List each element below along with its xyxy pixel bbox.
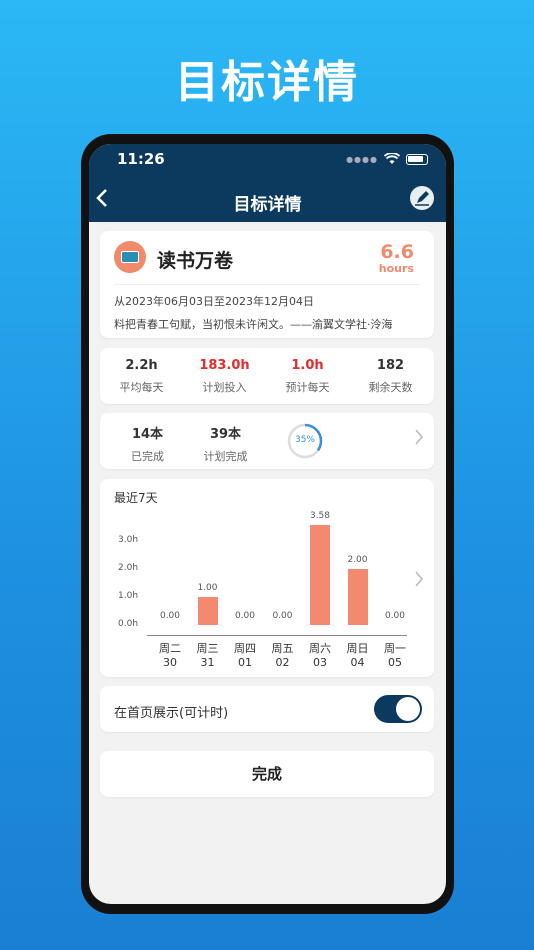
status-time: 11:26 <box>117 150 165 168</box>
edit-icon <box>415 191 429 206</box>
stat-label: 平均每天 <box>119 381 164 394</box>
x-tick-label: 周日 04 <box>346 642 369 669</box>
bar-value-label: 0.00 <box>234 611 256 621</box>
chart-card[interactable]: 最近7天 3.0h 2.0h 1.0h 0.0h 0.00 周二 30 1.00 周三 31 0.0… <box>100 479 434 677</box>
stat-label: 计划投入 <box>202 381 247 394</box>
chart-title: 最近7天 <box>114 491 158 505</box>
goal-date-range: 从2023年06月03日至2023年12月04日 <box>114 295 314 308</box>
stat-value: 183.0h <box>199 358 250 373</box>
x-tick-label: 周四 01 <box>234 642 256 669</box>
chart-bar <box>310 524 330 625</box>
y-tick-label: 1.0h <box>118 591 139 601</box>
bar-value-label: 3.58 <box>309 510 331 521</box>
edit-button[interactable] <box>410 186 434 210</box>
progress-card[interactable]: 14本 已完成 39本 计划完成 35% <box>100 413 434 469</box>
promo-headline: 目标详情 <box>175 57 359 108</box>
bar-value-label: 1.00 <box>197 583 218 593</box>
x-tick-label: 周五 02 <box>271 642 294 669</box>
stat-planned-total: 183.0h 计划投入 <box>183 358 266 395</box>
y-tick-label: 2.0h <box>118 563 139 573</box>
stat-label: 预计每天 <box>285 381 330 394</box>
tv-icon <box>114 241 146 273</box>
stat-value: 1.0h <box>291 358 324 373</box>
nav-bar: 11:26 ●●●● 目标详情 <box>89 144 446 222</box>
y-tick-label: 3.0h <box>118 535 139 545</box>
stats-card: 2.2h 平均每天 183.0h 计划投入 1.0h 预计每天 182 剩余天数 <box>100 348 434 404</box>
nav-title: 目标详情 <box>233 195 302 215</box>
stat-value: 2.2h <box>125 358 158 373</box>
status-icons: ●●●● <box>346 153 428 165</box>
phone-frame: 11:26 ●●●● 目标详情 读书万卷 6.6 hours 从2023年06月… <box>81 134 454 914</box>
progress-percent: 35% <box>294 435 315 445</box>
goal-hours-value: 6.6 <box>380 241 414 263</box>
stat-days-left: 182 剩余天数 <box>349 358 432 395</box>
y-tick-label: 0.0h <box>118 619 139 629</box>
app-screen: 11:26 ●●●● 目标详情 读书万卷 6.6 hours 从2023年06月… <box>89 144 446 904</box>
goal-card: 读书万卷 6.6 hours 从2023年06月03日至2023年12月04日 … <box>100 231 434 338</box>
stat-label: 已完成 <box>131 450 164 463</box>
bar-value-label: 0.00 <box>384 611 406 621</box>
x-tick-label: 周二 30 <box>159 642 181 669</box>
chart-bar <box>197 597 218 625</box>
goal-quote: 料把青春工句赋，当初恨未许闲文。——渝翼文学社·泠海 <box>114 318 393 331</box>
bar-value-label: 2.00 <box>347 555 368 565</box>
signal-icon: ●●●● <box>346 154 378 164</box>
wifi-icon <box>384 153 400 164</box>
stat-label: 计划完成 <box>203 450 248 463</box>
stat-avg-daily: 2.2h 平均每天 <box>100 358 183 395</box>
x-tick-label: 周一 05 <box>384 642 406 669</box>
x-axis-line <box>147 635 407 636</box>
divider <box>114 284 420 285</box>
x-tick-label: 周六 03 <box>309 642 331 669</box>
chevron-right-icon <box>414 569 424 593</box>
stat-label: 剩余天数 <box>368 381 413 394</box>
goal-title: 读书万卷 <box>157 250 234 272</box>
homepage-toggle-row: 在首页展示(可计时) <box>100 686 434 732</box>
stat-value: 182 <box>376 358 405 373</box>
progress-planned: 39本 计划完成 <box>184 423 267 464</box>
chevron-right-icon <box>414 427 424 451</box>
progress-completed: 14本 已完成 <box>106 423 189 464</box>
x-tick-label: 周三 31 <box>196 642 219 669</box>
toggle-knob <box>396 697 420 721</box>
stat-value: 39本 <box>209 427 242 442</box>
bar-value-label: 0.00 <box>159 611 181 621</box>
bar-value-label: 0.00 <box>272 611 293 621</box>
stat-value: 14本 <box>131 427 164 442</box>
battery-icon <box>406 153 428 165</box>
goal-hours-unit: hours <box>378 262 414 275</box>
stat-expected-daily: 1.0h 预计每天 <box>266 358 349 395</box>
homepage-toggle-label: 在首页展示(可计时) <box>114 706 229 721</box>
done-button[interactable]: 完成 <box>100 751 434 797</box>
homepage-toggle-switch[interactable] <box>374 695 422 723</box>
chart-bar <box>347 569 368 625</box>
